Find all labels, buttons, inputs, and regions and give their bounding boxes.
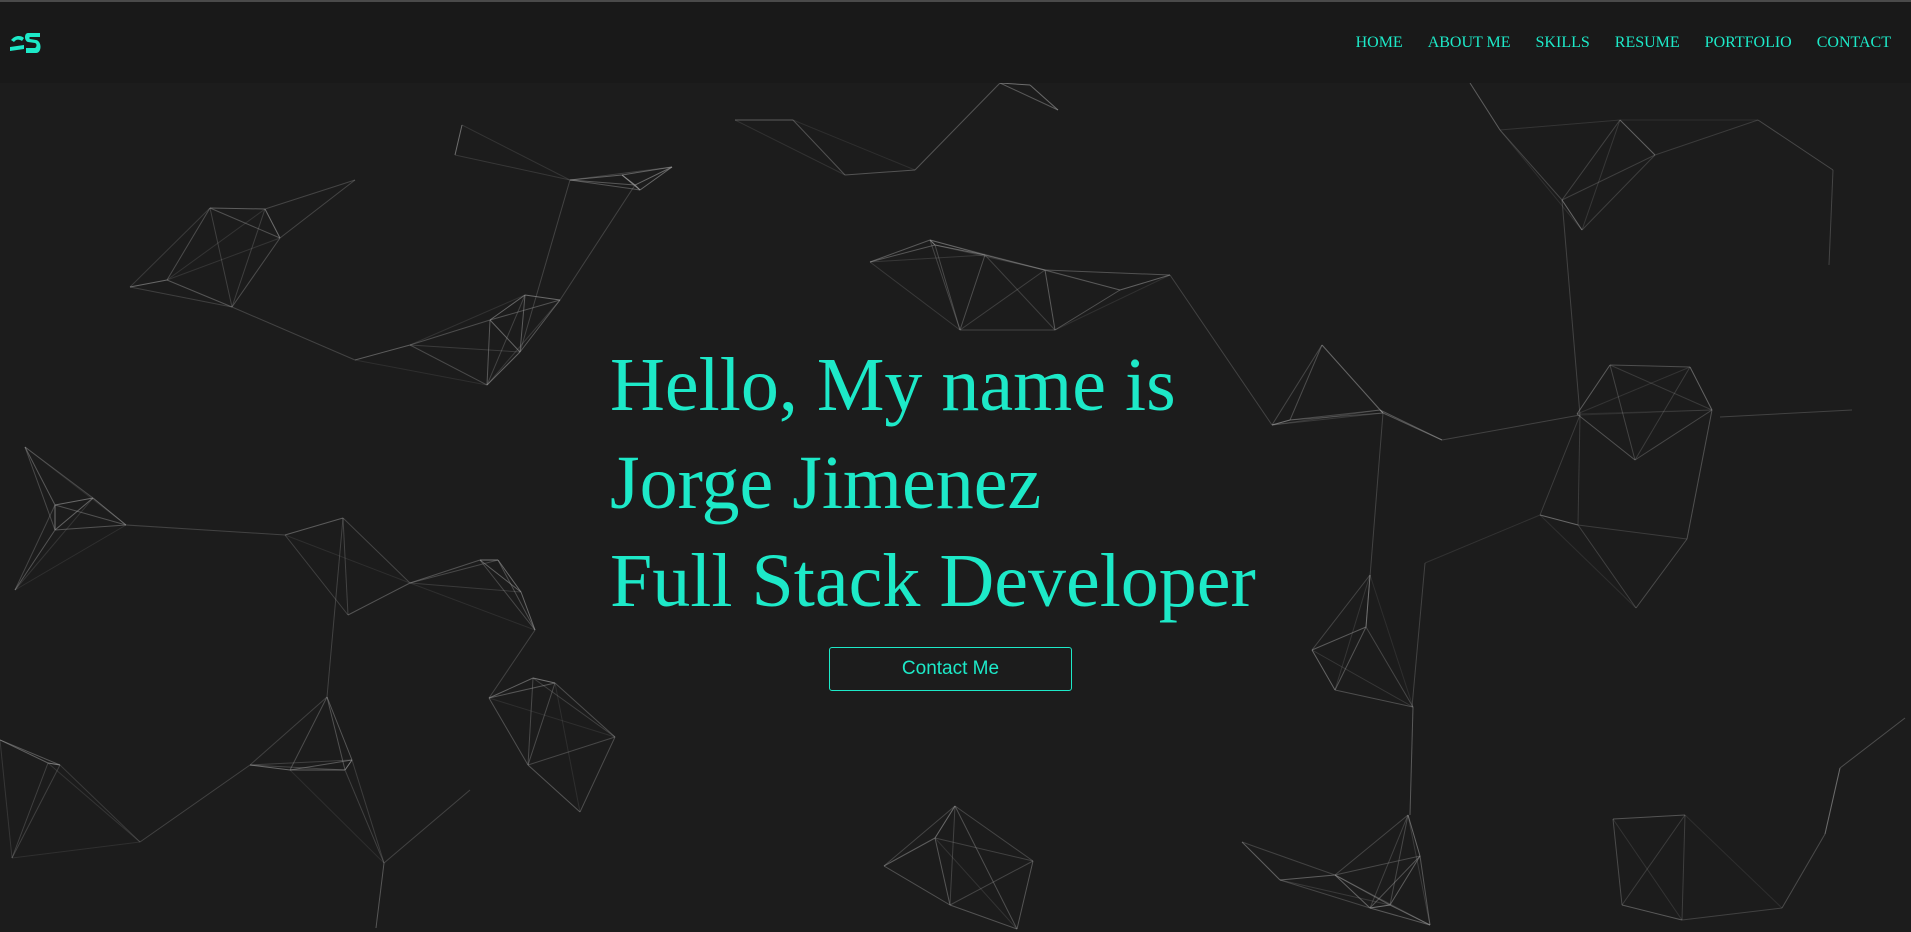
page: HOME ABOUT ME SKILLS RESUME PORTFOLIO CO… — [0, 0, 1911, 932]
hero-heading: Hello, My name is Jorge Jimenez Full Sta… — [610, 336, 1256, 630]
hero-greeting: Hello, My name is — [610, 343, 1176, 427]
nav-link-contact[interactable]: CONTACT — [1817, 34, 1891, 52]
nav-link-about-me[interactable]: ABOUT ME — [1428, 34, 1511, 52]
nav-link-portfolio[interactable]: PORTFOLIO — [1705, 34, 1792, 52]
top-border — [0, 0, 1911, 2]
hero-role: Full Stack Developer — [610, 539, 1256, 623]
nav-menu: HOME ABOUT ME SKILLS RESUME PORTFOLIO CO… — [1356, 2, 1891, 83]
navbar: HOME ABOUT ME SKILLS RESUME PORTFOLIO CO… — [0, 2, 1911, 83]
js-monogram-logo-icon[interactable] — [9, 28, 43, 58]
hero-name: Jorge Jimenez — [610, 441, 1042, 525]
contact-me-button[interactable]: Contact Me — [829, 647, 1072, 691]
nav-link-skills[interactable]: SKILLS — [1536, 34, 1590, 52]
nav-link-home[interactable]: HOME — [1356, 34, 1403, 52]
nav-link-resume[interactable]: RESUME — [1615, 34, 1680, 52]
